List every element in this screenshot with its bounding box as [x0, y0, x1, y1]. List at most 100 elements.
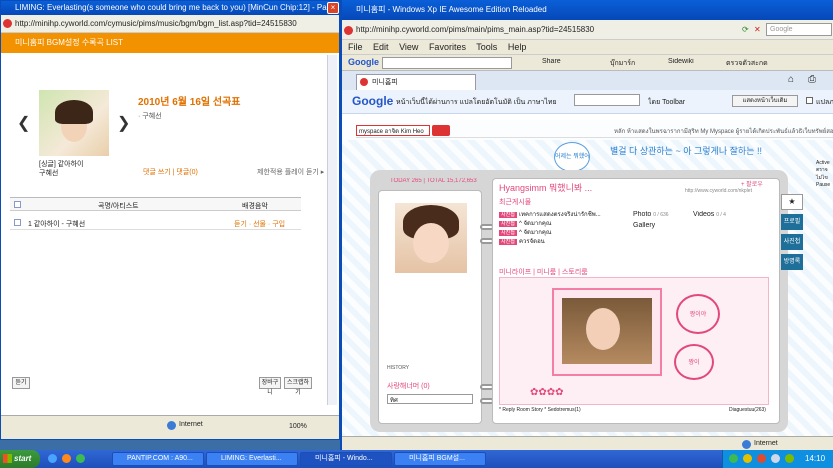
menu-file[interactable]: File [348, 42, 363, 52]
limited-play-link[interactable]: 제한적용 플레이 듣기 ▸ [257, 167, 324, 177]
menu-help[interactable]: Help [508, 42, 527, 52]
handwriting-banner: 별걸 다 상관하는 ~ 아 그렇게나 잘하는 !! [610, 146, 762, 156]
list-item[interactable]: 사진첩 ควรจัดอน [499, 236, 629, 245]
toolbar-spellcheck[interactable]: ตรวจตัวสะกด [726, 58, 768, 69]
cart-button[interactable]: 장바구니 [259, 377, 281, 396]
post-title[interactable]: ควรจัดอน [519, 239, 545, 245]
quicklaunch-ie-icon[interactable] [48, 454, 57, 463]
tab-photos[interactable]: 사진첩 [781, 234, 803, 250]
table-row[interactable]: 1 같아하이 - 구혜선 듣기 · 선물 · 구입 [10, 216, 301, 230]
list-item[interactable]: 사진첩 ^ จัดมากคุณ [499, 218, 629, 227]
tray-icon[interactable] [785, 454, 794, 463]
ie-page-icon [344, 26, 353, 35]
taskbar-item-liming[interactable]: LIMING: Everlasti... [206, 452, 298, 466]
taskbar-item-bgm[interactable]: 미니홈피 BGM설... [394, 452, 486, 466]
friends-label[interactable]: 사랑해너머 (0) [387, 381, 430, 391]
right-address-input[interactable]: http://minihp.cyworld.com/pims/main/pims… [356, 25, 594, 34]
tab-title[interactable]: 미니홈피 [372, 77, 398, 87]
translate-bar: Google หน้าเว็บนี้ได้ผ่านการ แปลโดยอัตโน… [342, 90, 833, 114]
tab-bar: 미니홈피 ⌂ ⎙ [342, 70, 833, 90]
history-label[interactable]: HISTORY [387, 365, 409, 371]
left-close-button[interactable]: × [327, 2, 339, 14]
home-icon[interactable]: ⌂ [788, 74, 794, 85]
myspace-bar: myspace อาจิด Kim Heo หลัก ห้าแสดงในพรฉา… [356, 124, 833, 138]
left-address-input[interactable]: http://minihp.cyworld.com/cymusic/pims/m… [15, 19, 297, 28]
right-title-text: 미니홈피 - Windows Xp IE Awesome Edition Rel… [356, 5, 547, 14]
friends-select[interactable]: ทิศ [387, 394, 473, 404]
myspace-search-button[interactable] [432, 125, 450, 136]
profile-name[interactable]: Hyangsimm 뭐했니봐 ... [499, 181, 592, 194]
video-label[interactable]: Videos 0 / 4 [693, 211, 726, 218]
ie-page-icon [3, 19, 12, 28]
tray-icon[interactable] [743, 454, 752, 463]
left-scrollbar[interactable] [327, 55, 337, 405]
miniroom-footer-right[interactable]: Diaguestuu(263) [729, 407, 766, 413]
translate-checkbox[interactable] [806, 97, 813, 104]
myspace-search-input[interactable]: myspace อาจิด Kim Heo [356, 125, 430, 136]
album-next-arrow-icon[interactable]: ❯ [117, 113, 130, 133]
globe-icon [742, 440, 751, 449]
left-zoom-level[interactable]: 100% [289, 423, 307, 430]
far-right-fragment: Pause [816, 182, 831, 188]
photo-label[interactable]: Photo 0 / 636 [633, 211, 669, 218]
song-actions[interactable]: 듣기 · 선물 · 구입 [234, 219, 285, 229]
translate-google-logo: Google [352, 94, 394, 108]
left-title-text: LIMING: Everlasting(s someone who could … [15, 3, 339, 12]
taskbar-item-pantip[interactable]: PANTIP.COM : A90... [112, 452, 204, 466]
tab-profile[interactable]: 프로필 [781, 214, 803, 230]
stop-icon[interactable]: ✕ [754, 20, 761, 39]
toolbar-search-input[interactable] [382, 57, 512, 69]
google-toolbar-logo: Google [348, 57, 379, 67]
show-original-button[interactable]: แสดงหน้าเว็บเดิม [732, 95, 798, 107]
toolbar-bookmark[interactable]: บุ๊กมาร์ก [610, 58, 635, 69]
refresh-icon[interactable]: ⟳ [742, 20, 749, 39]
quicklaunch-chrome-icon[interactable] [76, 454, 85, 463]
toolbar-share[interactable]: Share [542, 58, 561, 65]
left-address-bar[interactable]: http://minihp.cyworld.com/cymusic/pims/m… [1, 15, 339, 33]
miniroom-footer-left[interactable]: * Reply Room Story * Sedotremus(1) [499, 407, 581, 413]
tray-icon[interactable] [771, 454, 780, 463]
left-window: LIMING: Everlasting(s someone who could … [0, 0, 340, 440]
profile-link[interactable]: + 팔로우 [741, 179, 763, 188]
right-address-bar[interactable]: http://minihp.cyworld.com/pims/main/pims… [342, 20, 833, 40]
sticker-bubble: 짱이 [674, 344, 714, 380]
search-box[interactable]: Google [766, 23, 832, 36]
side-tab-home[interactable]: ★ [781, 194, 803, 210]
listen-button[interactable]: 듣기 [12, 377, 30, 389]
bgm-header-bar: 미니홈피 BGM설정 수록곡 LIST [1, 33, 339, 53]
playlist-date-title: 2010년 6월 16일 선곡표 [138, 97, 241, 108]
menu-favorites[interactable]: Favorites [429, 42, 466, 52]
google-toolbar: Google Share บุ๊กมาร์ก Sidewiki ตรวจตัวส… [342, 54, 833, 70]
list-item[interactable]: 사진첩 เทคการแสดงตรงจริงน่ารักชีพ... [499, 209, 629, 218]
menu-view[interactable]: View [399, 42, 418, 52]
comment-links[interactable]: 댓글 쓰기 | 댓글(0) [143, 167, 198, 177]
myspace-nav[interactable]: หลัก ห้าแสดงในพรฉารากามีสุริท My Myspace… [614, 126, 833, 136]
translate-language-select[interactable] [574, 94, 640, 106]
print-icon[interactable]: ⎙ [808, 74, 816, 85]
taskbar-clock[interactable]: 14:10 [805, 454, 825, 463]
song-title[interactable]: 1 같아하이 - 구혜선 [28, 219, 85, 229]
toolbar-sidewiki[interactable]: Sidewiki [668, 58, 694, 65]
left-title-bar[interactable]: LIMING: Everlasting(s someone who could … [1, 1, 339, 15]
right-title-bar[interactable]: 미니홈피 - Windows Xp IE Awesome Edition Rel… [342, 0, 833, 20]
album-prev-arrow-icon[interactable]: ❮ [17, 113, 30, 133]
tray-icon[interactable] [757, 454, 766, 463]
quicklaunch-firefox-icon[interactable] [62, 454, 71, 463]
column-song: 곡명/아티스트 [98, 203, 139, 210]
menu-bar: File Edit View Favorites Tools Help [342, 40, 833, 54]
system-tray: 14:10 [722, 450, 833, 468]
recent-posts-list: 사진첩 เทคการแสดงตรงจริงน่ารักชีพ... 사진첩 ^ … [499, 209, 629, 245]
column-bgm: 배경음악 [242, 203, 268, 210]
menu-tools[interactable]: Tools [476, 42, 497, 52]
gallery-label[interactable]: Gallery [633, 222, 655, 229]
menu-edit[interactable]: Edit [373, 42, 389, 52]
scrap-button[interactable]: 스크랩하기 [284, 377, 312, 396]
row-checkbox[interactable] [14, 219, 21, 226]
tab-guestbook[interactable]: 방명록 [781, 254, 803, 270]
taskbar-item-minihompy[interactable]: 미니홈피 - Windo... [300, 452, 392, 466]
miniroom-tabs[interactable]: 미니라이프 | 미니룸 | 스토리룸 [499, 267, 588, 277]
tray-icon[interactable] [729, 454, 738, 463]
bgm-header-text: 미니홈피 BGM설정 수록곡 LIST [15, 38, 124, 47]
select-all-checkbox[interactable] [14, 201, 21, 208]
list-item[interactable]: 사진첩 ^ จัดมากคุณ [499, 227, 629, 236]
